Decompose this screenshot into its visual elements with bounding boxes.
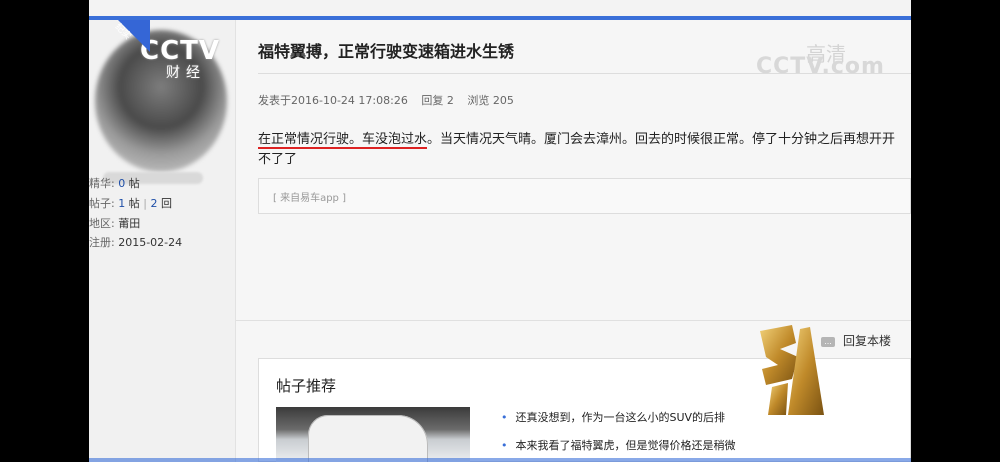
post-title: 福特翼搏，正常行驶变速箱进水生锈 — [258, 42, 515, 61]
post-source[interactable]: [ 来自易车app ] — [273, 189, 346, 204]
stat-register-label: 注册: — [89, 236, 115, 249]
stat-jinghua-unit: 帖 — [128, 177, 140, 190]
stat-region-label: 地区: — [89, 217, 115, 230]
recommend-item[interactable]: • 本来我看了福特翼虎，但是觉得价格还是稍微 — [501, 437, 736, 453]
recommend-title: 帖子推荐 — [276, 377, 337, 395]
post-content-highlight: 在正常情况行驶。车没泡过水 — [258, 132, 428, 149]
post-date: 发表于2016-10-24 17:08:26 — [258, 94, 408, 107]
stat-separator: | — [143, 197, 147, 210]
reply-floor-label: 回复本楼 — [843, 334, 892, 348]
stat-jinghua-label: 精华: — [89, 177, 115, 190]
recommend-item[interactable]: • 还真没想到，作为一台这么小的SUV的后排 — [501, 409, 736, 425]
stat-region-value: 莆田 — [118, 217, 141, 230]
bullet-icon: • — [501, 439, 508, 452]
post-source-box: [ 来自易车app ] — [258, 178, 911, 214]
recommend-item-text: 本来我看了福特翼虎，但是觉得价格还是稍微 — [515, 439, 736, 452]
stat-jinghua-count[interactable]: 0 — [118, 177, 125, 190]
car-image — [308, 415, 428, 462]
post-meta: 发表于2016-10-24 17:08:26 回复 2 浏览 205 — [258, 92, 524, 108]
stat-replies-unit: 回 — [160, 197, 172, 210]
recommend-item-text: 还真没想到，作为一台这么小的SUV的后排 — [515, 411, 726, 424]
user-sidebar: 精华: 0 帖 帖子: 1 帖 | 2 回 地区: 莆田 注册: 2015-02… — [89, 20, 236, 462]
bullet-icon: • — [501, 411, 508, 424]
stat-posts-label: 帖子: — [89, 197, 115, 210]
recommend-list: • 还真没想到，作为一台这么小的SUV的后排 • 本来我看了福特翼虎，但是觉得价格还… — [501, 409, 736, 462]
stat-posts: 帖子: 1 帖 | 2 回 — [89, 195, 172, 211]
bottom-accent-bar — [89, 458, 911, 462]
stat-jinghua: 精华: 0 帖 — [89, 175, 140, 191]
recommend-thumbnail[interactable] — [276, 407, 470, 462]
post-view-count: 浏览 205 — [467, 94, 514, 107]
post-content: 在正常情况行驶。车没泡过水。当天情况天气晴。厦门会去漳州。回去的时候很正常。停了… — [258, 130, 908, 170]
post-reply-count: 回复 2 — [421, 94, 454, 107]
stat-register-date: 2015-02-24 — [118, 236, 183, 249]
section-divider — [236, 320, 911, 321]
stat-register: 注册: 2015-02-24 — [89, 234, 182, 250]
315-trophy-icon — [760, 325, 824, 415]
cctv-com-watermark: CCTV.com — [756, 54, 885, 79]
stat-posts-count[interactable]: 1 — [118, 197, 125, 210]
cctv-channel-name: 财经 — [166, 65, 206, 81]
stat-replies-count[interactable]: 2 — [150, 197, 157, 210]
stat-posts-unit: 帖 — [128, 197, 140, 210]
stat-region: 地区: 莆田 — [89, 215, 140, 231]
reply-floor-button[interactable]: ... 回复本楼 — [821, 332, 891, 349]
